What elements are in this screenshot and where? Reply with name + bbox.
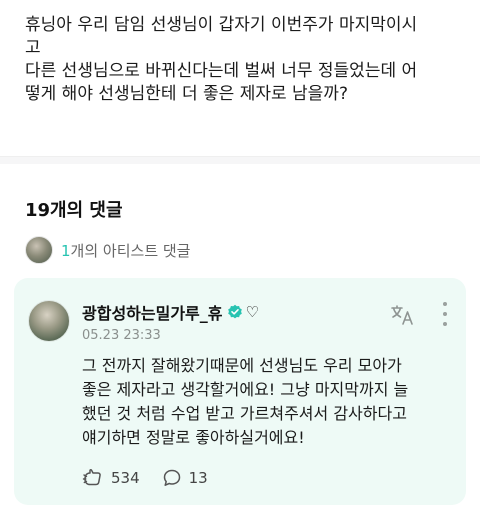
like-hand-icon	[82, 469, 101, 486]
avatar[interactable]	[28, 300, 70, 342]
comment-line: 얘기하면 정말로 좋아하실거에요!	[82, 428, 305, 447]
artist-avatar	[25, 236, 53, 264]
reply-count: 13	[188, 469, 208, 487]
more-vertical-icon[interactable]	[440, 302, 450, 326]
comment-line: 했던 것 처럼 수업 받고 가르쳐주셔서 감사하다고	[82, 404, 407, 423]
artist-comments-label: 1개의 아티스트 댓글	[61, 240, 190, 261]
author-heart-suffix: ♡	[245, 303, 259, 321]
comment-timestamp: 05.23 23:33	[82, 328, 161, 343]
comment-actions: 534 13	[82, 468, 230, 488]
artist-comments-toggle[interactable]: 1개의 아티스트 댓글	[25, 236, 190, 264]
comment-line: 좋은 제자라고 생각할거에요! 그냥 마지막까지 늘	[82, 380, 409, 399]
reply-button[interactable]: 13	[162, 468, 208, 488]
section-divider	[0, 156, 480, 164]
artist-comment-card: 광합성하는밀가루_휴 ♡ 05.23 23:33 그 전까지 잘해왔기때문에 선…	[14, 278, 466, 505]
comment-text: 그 전까지 잘해왔기때문에 선생님도 우리 모아가 좋은 제자라고 생각할거에요…	[82, 354, 454, 450]
reply-bubble-icon	[163, 469, 180, 486]
post-line: 떻게 해야 선생님한테 더 좋은 제자로 남을까?	[25, 84, 348, 104]
translate-icon[interactable]	[390, 304, 416, 326]
post-line: 휴닝아 우리 담임 선생님이 갑자기 이번주가 마지막이시	[25, 15, 418, 35]
post-line: 다른 선생님으로 바뀌신다는데 벌써 너무 정들었는데 어	[25, 61, 418, 81]
verified-check-icon	[227, 304, 243, 320]
post-line: 고	[25, 38, 41, 58]
like-count: 534	[111, 469, 140, 487]
artist-comment-text: 개의 아티스트 댓글	[70, 241, 191, 260]
comment-line: 그 전까지 잘해왔기때문에 선생님도 우리 모아가	[82, 356, 402, 375]
author-name[interactable]: 광합성하는밀가루_휴	[82, 300, 222, 324]
author-row: 광합성하는밀가루_휴 ♡	[82, 300, 259, 324]
post-body: 휴닝아 우리 담임 선생님이 갑자기 이번주가 마지막이시 고 다른 선생님으로…	[25, 14, 465, 106]
artist-comment-count: 1	[61, 241, 71, 260]
comment-count-heading: 19개의 댓글	[25, 200, 123, 221]
like-button[interactable]: 534	[82, 468, 140, 488]
